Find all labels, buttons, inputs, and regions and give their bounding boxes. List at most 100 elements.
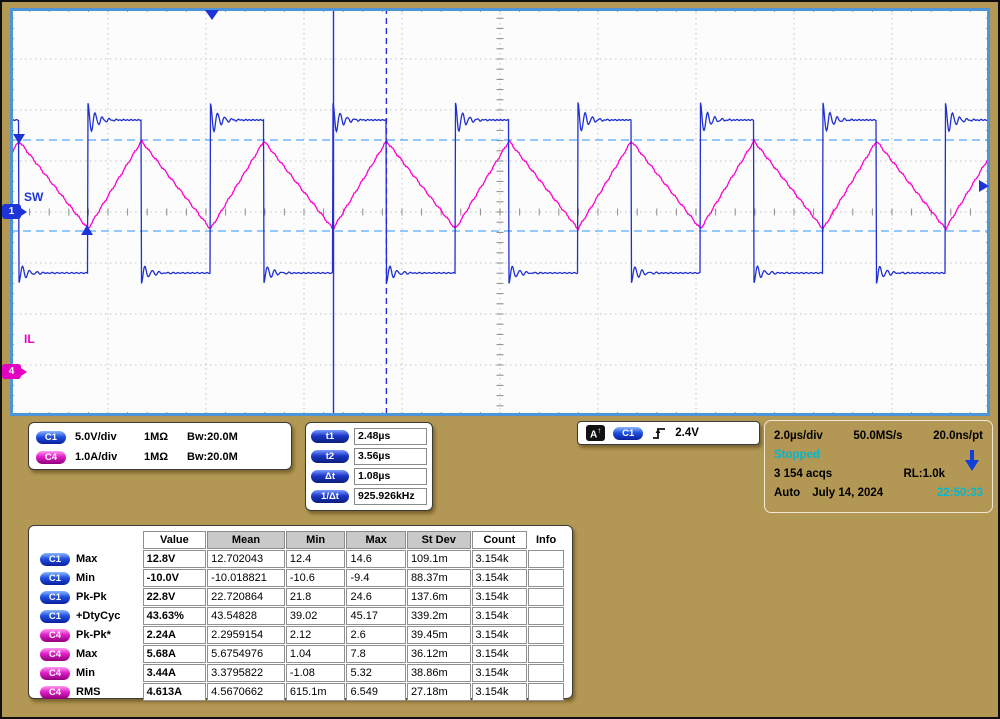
meas-channel-cell: C1 xyxy=(37,607,73,625)
meas-info-cell xyxy=(528,550,564,568)
channel-row: C15.0V/div1MΩBw:20.0M xyxy=(36,427,284,447)
cursor-value-4: 925.926kHz xyxy=(354,488,427,505)
meas-mean-cell: 22.720864 xyxy=(207,588,285,606)
meas-channel-badge-c1[interactable]: C1 xyxy=(40,572,70,585)
date-label: July 14, 2024 xyxy=(812,487,883,499)
meas-count-cell: 3.154k xyxy=(472,569,528,587)
cursor-row: 1/Δt 925.926kHz xyxy=(311,486,427,506)
channel-scale: 1.0A/div xyxy=(75,451,135,463)
trigger-position-marker[interactable] xyxy=(205,10,219,20)
meas-info-cell xyxy=(528,645,564,663)
meas-min-cell: 12.4 xyxy=(286,550,346,568)
left-cursor-arrow xyxy=(13,134,25,144)
meas-mean-cell: 4.5670662 xyxy=(207,683,285,701)
trigger-panel[interactable]: A↑ C1 2.4V xyxy=(577,421,760,445)
channel4-marker[interactable]: 4 xyxy=(2,364,21,379)
meas-stdev-cell: 36.12m xyxy=(407,645,471,663)
cursor-badge-3[interactable]: Δt xyxy=(311,470,349,483)
channel-bandwidth: Bw:20.0M xyxy=(187,451,238,463)
channel-scale: 5.0V/div xyxy=(75,431,135,443)
meas-value-cell: 43.63% xyxy=(143,607,207,625)
meas-channel-badge-c4[interactable]: C4 xyxy=(40,667,70,680)
meas-channel-badge-c1[interactable]: C1 xyxy=(40,553,70,566)
measurement-row: C4RMS4.613A4.5670662615.1m6.54927.18m3.1… xyxy=(37,683,564,701)
channel-badge-c4[interactable]: C4 xyxy=(36,451,66,464)
table-header-mean: Mean xyxy=(207,531,285,549)
meas-name-cell: Min xyxy=(74,664,142,682)
waveform-display[interactable]: 1 4 SW IL xyxy=(10,8,990,416)
meas-channel-badge-c4[interactable]: C4 xyxy=(40,686,70,699)
channel-bandwidth: Bw:20.0M xyxy=(187,431,238,443)
meas-max-cell: -9.4 xyxy=(346,569,405,587)
cursor-readout-panel: t1 2.48µs t2 3.56µs Δt 1.08µs 1/Δt 925.926kHz xyxy=(305,422,433,511)
channel4-waveform-label[interactable]: IL xyxy=(24,332,35,346)
meas-channel-cell: C1 xyxy=(37,569,73,587)
meas-min-cell: 39.02 xyxy=(286,607,346,625)
table-header-spacer xyxy=(37,531,142,549)
channel-row: C41.0A/div1MΩBw:20.0M xyxy=(36,447,284,467)
meas-count-cell: 3.154k xyxy=(472,588,528,606)
measurement-table: ValueMeanMinMaxSt DevCountInfoC1Max12.8V… xyxy=(36,530,565,702)
meas-channel-cell: C4 xyxy=(37,683,73,701)
cursor-value-2: 3.56µs xyxy=(354,448,427,465)
meas-value-cell: 3.44A xyxy=(143,664,207,682)
meas-max-cell: 6.549 xyxy=(346,683,405,701)
meas-channel-cell: C4 xyxy=(37,645,73,663)
waveform-svg xyxy=(10,8,990,416)
rising-edge-icon xyxy=(651,425,667,441)
meas-stdev-cell: 27.18m xyxy=(407,683,471,701)
channel1-waveform-label[interactable]: SW xyxy=(24,190,43,204)
meas-name-cell: Max xyxy=(74,550,142,568)
meas-value-cell: 12.8V xyxy=(143,550,207,568)
meas-mean-cell: 2.2959154 xyxy=(207,626,285,644)
cursor-badge-2[interactable]: t2 xyxy=(311,450,349,463)
meas-channel-badge-c4[interactable]: C4 xyxy=(40,629,70,642)
channel1-marker[interactable]: 1 xyxy=(2,204,21,219)
measurement-row: C1Pk-Pk22.8V22.72086421.824.6137.6m3.154… xyxy=(37,588,564,606)
meas-stdev-cell: 88.37m xyxy=(407,569,471,587)
channel-badge-c1[interactable]: C1 xyxy=(36,431,66,444)
measurement-row: C4Min3.44A3.3795822-1.085.3238.86m3.154k xyxy=(37,664,564,682)
meas-max-cell: 5.32 xyxy=(346,664,405,682)
single-seq-arrow-icon[interactable] xyxy=(964,450,980,472)
table-header-count: Count xyxy=(472,531,528,549)
table-header-info: Info xyxy=(528,531,564,549)
meas-min-cell: -10.6 xyxy=(286,569,346,587)
meas-max-cell: 14.6 xyxy=(346,550,405,568)
measurement-row: C4Pk-Pk*2.24A2.29591542.122.639.45m3.154… xyxy=(37,626,564,644)
meas-count-cell: 3.154k xyxy=(472,664,528,682)
measurement-row: C1+DtyCyc43.63%43.5482839.0245.17339.2m3… xyxy=(37,607,564,625)
trigger-mode-badge[interactable]: A↑ xyxy=(586,425,605,441)
cursor-badge-4[interactable]: 1/Δt xyxy=(311,490,349,503)
cursor-row: t1 2.48µs xyxy=(311,426,427,446)
meas-stdev-cell: 109.1m xyxy=(407,550,471,568)
horizontal-acquisition-panel[interactable]: 2.0µs/div 50.0MS/s 20.0ns/pt Stopped 3 1… xyxy=(764,420,993,513)
meas-info-cell xyxy=(528,607,564,625)
point-interval: 20.0ns/pt xyxy=(933,430,983,442)
date-time-row: Auto July 14, 2024 22:50:33 xyxy=(774,483,983,502)
cursor-row: Δt 1.08µs xyxy=(311,466,427,486)
cursor-value-3: 1.08µs xyxy=(354,468,427,485)
meas-value-cell: 4.613A xyxy=(143,683,207,701)
table-header-st-dev: St Dev xyxy=(407,531,471,549)
trigger-level-value: 2.4V xyxy=(675,427,699,439)
oscilloscope-screen: 1 4 SW IL C15.0V/div1MΩBw:20.0MC41.0A/di… xyxy=(0,0,1000,719)
meas-channel-cell: C1 xyxy=(37,588,73,606)
record-length: RL:1.0k xyxy=(903,468,945,480)
meas-name-cell: Min xyxy=(74,569,142,587)
measurement-row: C1Max12.8V12.70204312.414.6109.1m3.154k xyxy=(37,550,564,568)
table-header-value: Value xyxy=(143,531,207,549)
cursor-value-1: 2.48µs xyxy=(354,428,427,445)
meas-count-cell: 3.154k xyxy=(472,645,528,663)
acq-count: 3 154 acqs xyxy=(774,468,832,480)
meas-channel-badge-c1[interactable]: C1 xyxy=(40,610,70,623)
sample-rate: 50.0MS/s xyxy=(853,430,902,442)
meas-value-cell: 5.68A xyxy=(143,645,207,663)
meas-channel-badge-c4[interactable]: C4 xyxy=(40,648,70,661)
right-edge-arrow xyxy=(979,180,989,192)
trigger-source-badge[interactable]: C1 xyxy=(613,427,643,440)
cursor-badge-1[interactable]: t1 xyxy=(311,430,349,443)
meas-name-cell: RMS xyxy=(74,683,142,701)
meas-channel-badge-c1[interactable]: C1 xyxy=(40,591,70,604)
meas-channel-cell: C1 xyxy=(37,550,73,568)
